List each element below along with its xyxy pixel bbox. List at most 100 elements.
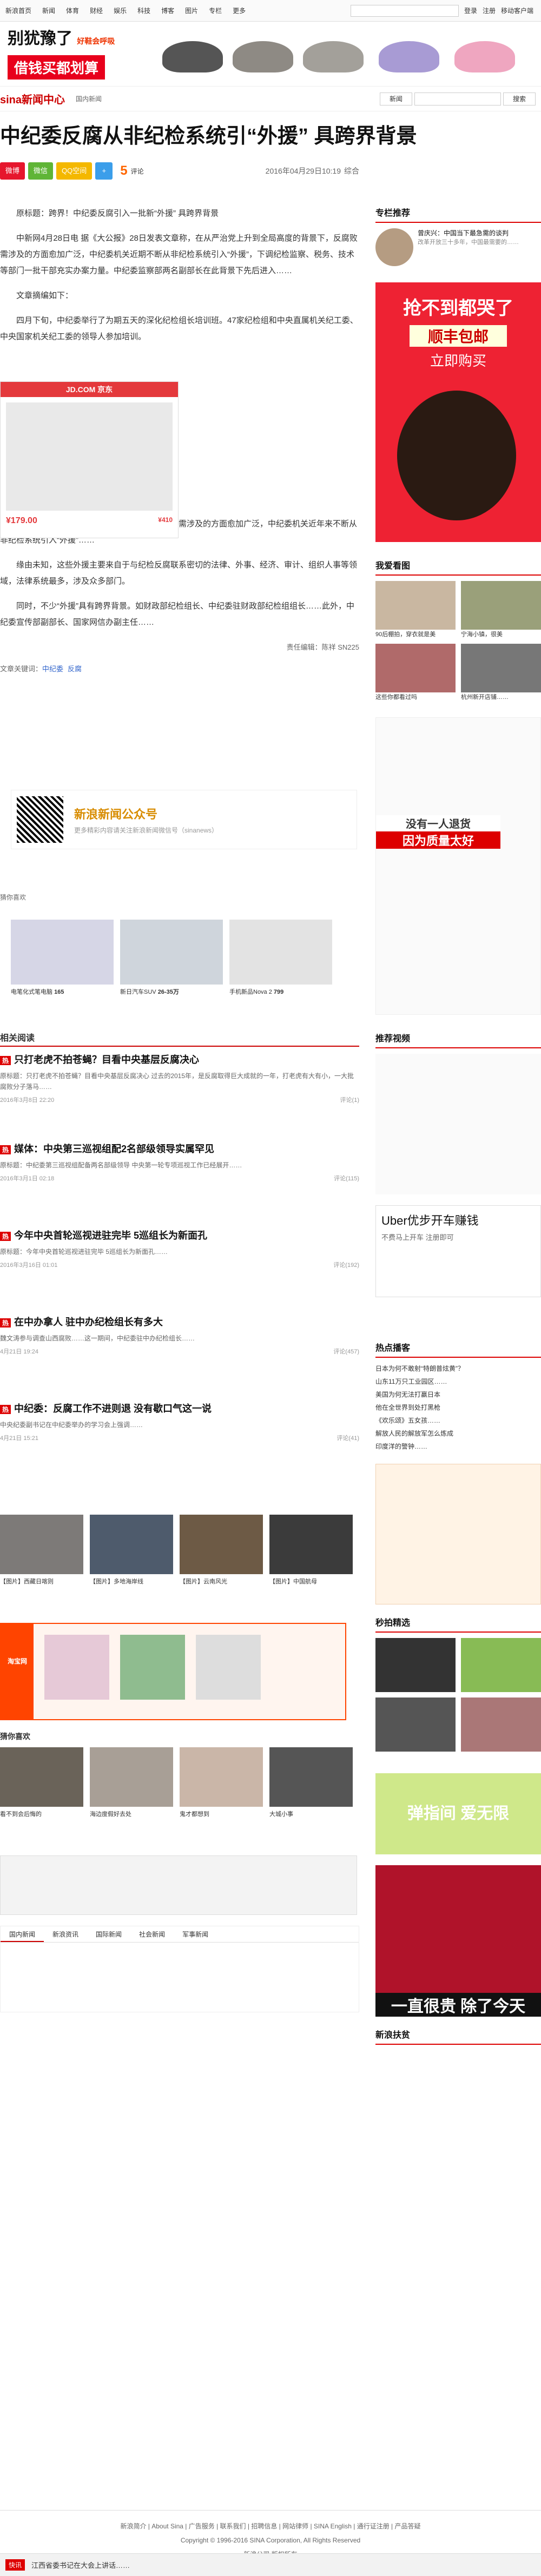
ad-item[interactable]: 新日汽车SUV 26-35万 (120, 920, 223, 996)
sec-item[interactable] (461, 1697, 541, 1752)
hot-item[interactable]: 解放人民的解放军怎么炼成 (375, 1427, 541, 1440)
article-paragraph: 文章摘编如下： (16, 291, 74, 300)
more-item[interactable]: 大城小事 (269, 1747, 353, 1819)
hot-item[interactable]: 印度洋的警钟…… (375, 1440, 541, 1453)
more-item[interactable]: 看不到会后悔的 (0, 1747, 83, 1819)
sina-logo[interactable]: sina新闻中心 (0, 91, 65, 107)
news-item[interactable]: 热中纪委：反腐工作不进则退 没有歇口气这一说 中央纪委副书记在中纪委举办的学习会上… (0, 1401, 359, 1442)
more-item[interactable]: 海边度假好去处 (90, 1747, 173, 1819)
search-button[interactable]: 搜索 (503, 92, 536, 105)
more-row: 看不到会后悔的 海边度假好去处 鬼才都想到 大城小事 (0, 1747, 353, 1819)
watch-item[interactable]: 90后棚拍，穿衣就是美 (375, 581, 456, 638)
shirt-ad[interactable]: 一直很贵 除了今天 (375, 1865, 541, 2017)
hot-item[interactable]: 山东11万只工业园区…… (375, 1375, 541, 1388)
register-link[interactable]: 注册 (483, 6, 496, 15)
nav-item[interactable]: 新浪首页 (0, 6, 37, 15)
news-item[interactable]: 热今年中央首轮巡视进驻完毕 5巡组长为新面孔 原标题：今年中央首轮巡视进驻完毕 5… (0, 1228, 359, 1269)
pants-ad[interactable] (0, 1855, 357, 1915)
editor-line: 责任编辑：陈祥 SN225 (286, 643, 359, 651)
search-scope-select[interactable]: 新闻 (380, 92, 412, 105)
share-qzone-button[interactable]: QQ空间 (56, 162, 93, 180)
more-item[interactable]: 鬼才都想到 (180, 1747, 263, 1819)
pants-side-ad[interactable]: 没有一人退货 因为质量太好 (375, 717, 541, 1015)
belt-ad[interactable]: 抢不到都哭了 顺丰包邮 立即购买 (375, 282, 541, 542)
site-header: sina新闻中心 国内新闻 新闻 搜索 (0, 87, 541, 111)
article-paragraph: 中新网4月28日电 据《大公报》28日发表文章称，在从严治党上升到全局高度的背景… (0, 234, 358, 275)
taobao-ad[interactable]: 淘宝网 (0, 1623, 346, 1720)
nav-item[interactable]: 体育 (61, 6, 84, 15)
login-link[interactable]: 登录 (464, 6, 477, 15)
jd-ad[interactable]: JD.COM 京东 ¥179.00 ¥410 (0, 381, 179, 538)
sec-item[interactable] (461, 1638, 541, 1692)
news-summary: 原标题：只打老虎不拍苍蝇？目看中央基层反腐决心 过去的2015年，是反腐取得巨大… (0, 1072, 354, 1091)
search-input[interactable] (350, 4, 459, 17)
tab[interactable]: 国内新闻 (1, 1926, 44, 1942)
header-search-input[interactable] (414, 92, 501, 105)
top-nav: 新浪首页 新闻 体育 财经 娱乐 科技 博客 图片 专栏 更多 登录 注册 移动… (0, 0, 541, 22)
watch-item[interactable]: 宁海小镇，很美 (461, 581, 541, 638)
hot-item[interactable]: 《欢乐颂》五女孩…… (375, 1414, 541, 1427)
tab[interactable]: 军事新闻 (174, 1926, 217, 1942)
tab[interactable]: 新浪资讯 (44, 1926, 87, 1942)
article-source[interactable]: 综合 (344, 166, 359, 176)
share-weibo-button[interactable]: 微博 (0, 162, 25, 180)
news-item[interactable]: 热在中办拿人 驻中办纪检组长有多大 魏文涛参与调查山西腐败……这一期间，中纪委驻中… (0, 1315, 359, 1356)
hot-item[interactable]: 他在全世界到处打黑枪 (375, 1401, 541, 1414)
ad-item[interactable]: 手机新品Nova 2 799 (229, 920, 332, 996)
nav-item[interactable]: 科技 (132, 6, 156, 15)
hot-list: 日本为何不敢射“特朗普炫黄”？ 山东11万只工业园区…… 美国为何无法打赢日本 … (375, 1362, 541, 1453)
keyword-line: 文章关键词：中纪委 反腐 (0, 665, 82, 673)
ad-item[interactable]: 电笔化式笔电脑 165 (11, 920, 114, 996)
video-heading: 推荐视频 (375, 1031, 541, 1048)
news-title: 今年中央首轮巡视进驻完毕 5巡组长为新面孔 (14, 1230, 208, 1241)
nav-item[interactable]: 专栏 (203, 6, 227, 15)
wechat-box: 新浪新闻公众号 更多精彩内容请关注新浪新闻微信号（sinanews） (11, 790, 357, 849)
sec-item[interactable] (375, 1697, 456, 1752)
keyword-link[interactable]: 反腐 (68, 665, 82, 673)
sidebar: 专栏推荐 曾庆兴：中国当下最急需的谈判 改革开放三十多年，中国最需要的…… 抢不到… (375, 206, 541, 2045)
hot-item[interactable]: 日本为何不敢射“特朗普炫黄”？ (375, 1362, 541, 1375)
avatar (375, 228, 413, 266)
watch-item[interactable]: 这些你都看过吗 (375, 644, 456, 701)
nav-item[interactable]: 娱乐 (108, 6, 132, 15)
nav-item[interactable]: 更多 (227, 6, 251, 15)
photo-item[interactable]: 【图片】云南风光 (180, 1515, 263, 1586)
tab[interactable]: 社会新闻 (130, 1926, 174, 1942)
sec-item[interactable] (375, 1638, 456, 1692)
green-ad[interactable]: 弹指间 爱无限 (375, 1773, 541, 1854)
bottom-bar-text[interactable]: 江西省委书记在大会上讲话…… (31, 2560, 130, 2570)
photo-item[interactable]: 【图片】中国航母 (269, 1515, 353, 1586)
uber-ad[interactable]: Uber优步开车赚钱 不费马上开车 注册即可 (375, 1205, 541, 1297)
news-title: 在中办拿人 驻中办纪检组长有多大 (14, 1317, 163, 1327)
nav-item[interactable]: 图片 (180, 6, 203, 15)
footer-links[interactable]: 新浪简介 | About Sina | 广告服务 | 联系我们 | 招聘信息 |… (0, 2519, 541, 2533)
watch-item[interactable]: 杭州新开店铺…… (461, 644, 541, 701)
news-item[interactable]: 热媒体：中央第三巡视组配2名部级领导实属罕见 原标题：中纪委第三巡视组配备两名部级… (0, 1141, 359, 1183)
video-thumb[interactable] (375, 1054, 541, 1194)
photo-item[interactable]: 【图片】西藏日喀则 (0, 1515, 83, 1586)
footer-copyright: Copyright © 1996-2016 SINA Corporation, … (180, 2537, 361, 2544)
article-title: 中纪委反腐从非纪检系统引“外援” 具跨界背景 (0, 125, 417, 148)
author-card[interactable]: 曾庆兴：中国当下最急需的谈判 改革开放三十多年，中国最需要的…… (375, 228, 541, 266)
article-date: 2016年04月29日10:19 (265, 167, 341, 175)
comment-count[interactable]: 5 (120, 163, 127, 179)
top-banner-ad[interactable]: 别犹豫了 好鞋会呼吸 借钱买都划算 (0, 22, 541, 87)
banner-sub: 借钱买都划算 (8, 55, 105, 80)
taobao-side-ad[interactable] (375, 1464, 541, 1604)
hot-item[interactable]: 美国为何无法打赢日本 (375, 1388, 541, 1401)
keyword-link[interactable]: 中纪委 (42, 665, 63, 673)
bottom-bar-label: 快讯 (5, 2559, 25, 2571)
tab-box: 国内新闻 新浪资讯 国际新闻 社会新闻 军事新闻 (0, 1926, 359, 2012)
news-title: 媒体：中央第三巡视组配2名部级领导实属罕见 (14, 1144, 215, 1154)
plus-icon[interactable]: + (95, 162, 113, 180)
comment-label[interactable]: 评论 (131, 167, 144, 176)
channel-link[interactable]: 国内新闻 (76, 94, 102, 103)
nav-item[interactable]: 新闻 (37, 6, 61, 15)
nav-item[interactable]: 博客 (156, 6, 180, 15)
nav-item[interactable]: 财经 (84, 6, 108, 15)
news-item[interactable]: 热只打老虎不拍苍蝇？目看中央基层反腐决心 原标题：只打老虎不拍苍蝇？目看中央基层反… (0, 1052, 359, 1104)
tab[interactable]: 国际新闻 (87, 1926, 130, 1942)
photo-item[interactable]: 【图片】多地海岸线 (90, 1515, 173, 1586)
share-wechat-button[interactable]: 微信 (28, 162, 54, 180)
mobile-link[interactable]: 移动客户端 (501, 6, 533, 15)
